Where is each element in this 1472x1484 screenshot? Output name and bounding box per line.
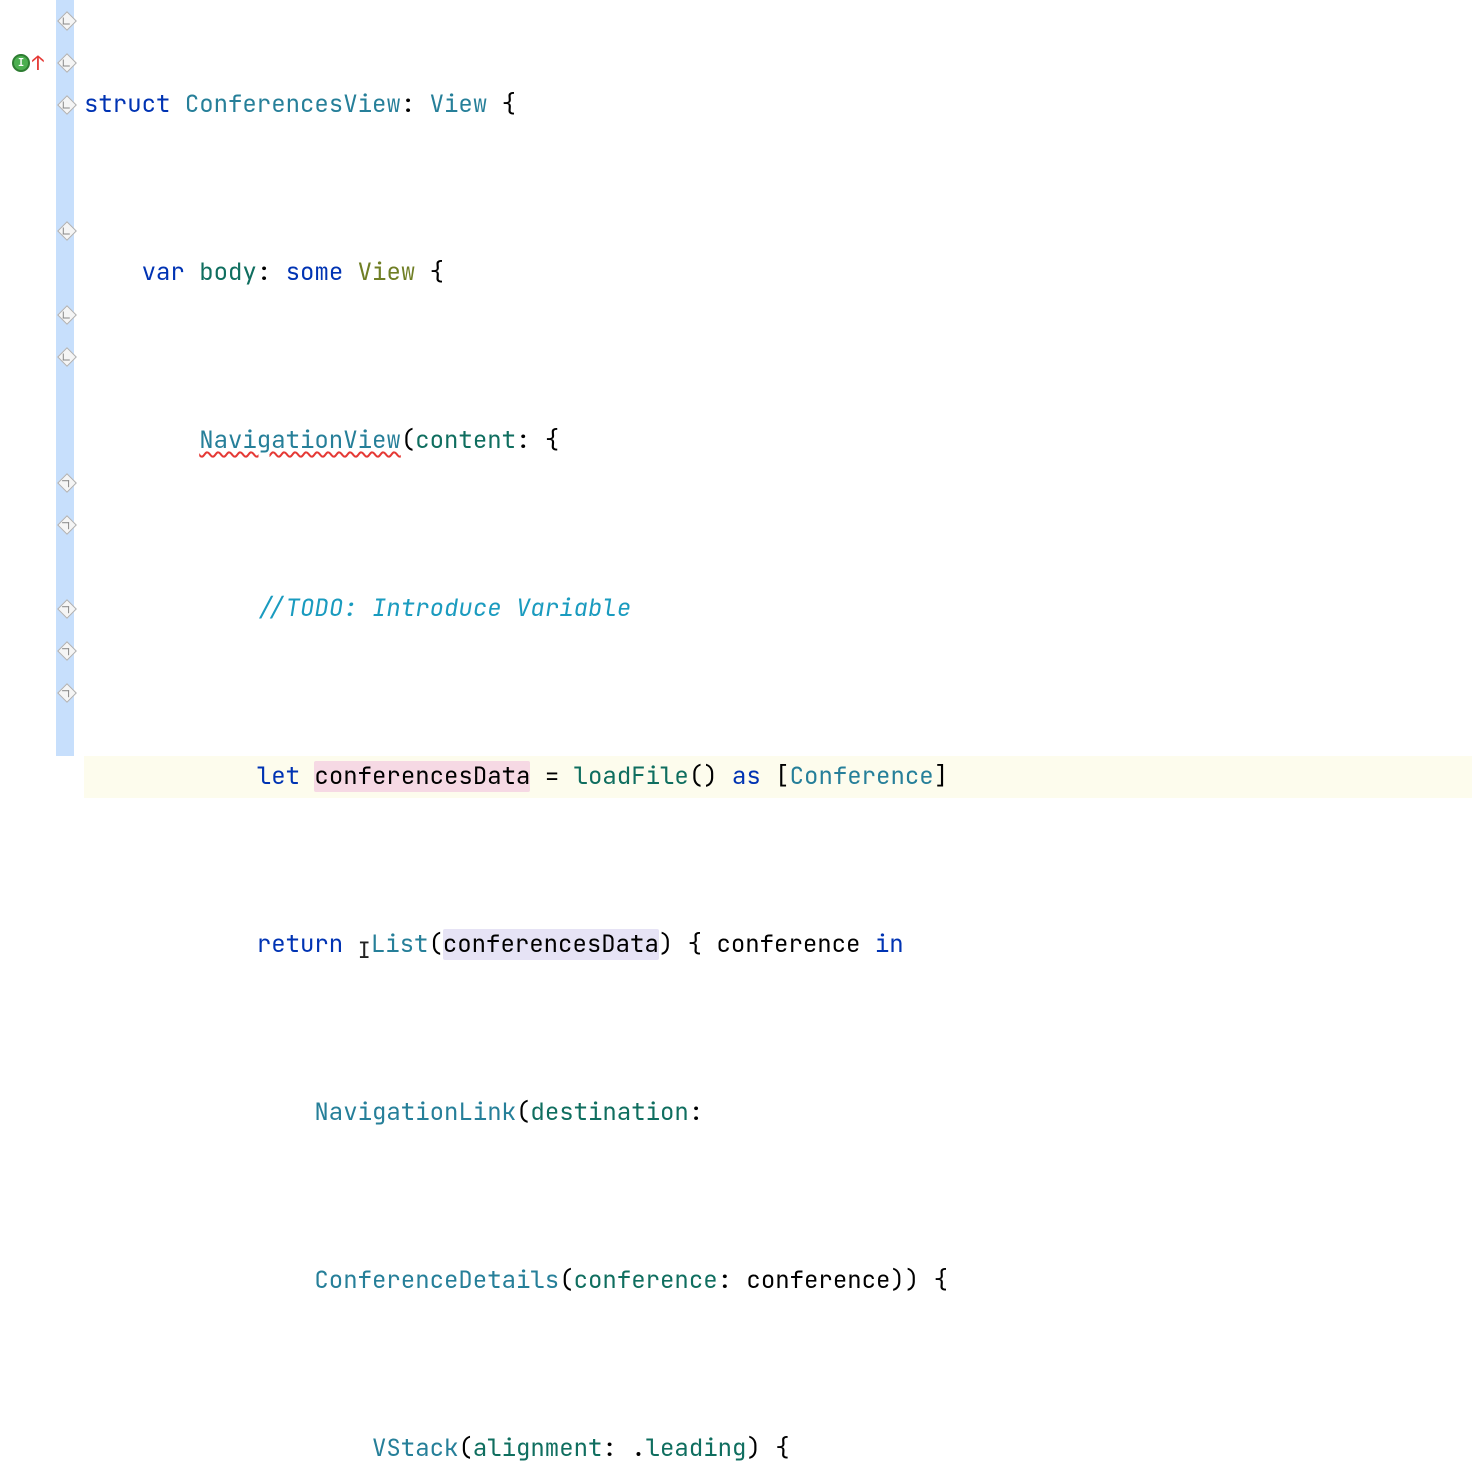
gutter-row bbox=[0, 168, 80, 210]
fold-down-icon[interactable] bbox=[57, 347, 77, 367]
punct: = bbox=[530, 761, 573, 792]
punct: ( bbox=[516, 1097, 530, 1128]
code-line[interactable]: return IList(conferencesData) { conferen… bbox=[84, 924, 1472, 966]
identifier: loadFile bbox=[574, 761, 689, 792]
fold-up-icon[interactable] bbox=[57, 683, 77, 703]
keyword: struct bbox=[84, 89, 185, 120]
punct: : { bbox=[516, 425, 559, 456]
keyword: in bbox=[875, 929, 904, 960]
gutter: I ↑ bbox=[0, 0, 80, 742]
code-line[interactable]: //TODO: Introduce Variable bbox=[84, 588, 1472, 630]
fold-up-icon[interactable] bbox=[57, 641, 77, 661]
gutter-row[interactable] bbox=[0, 672, 80, 714]
code-line[interactable]: ConferenceDetails(conference: conference… bbox=[84, 1260, 1472, 1302]
gutter-row[interactable] bbox=[0, 0, 80, 42]
punct: ( bbox=[428, 929, 442, 960]
keyword: return bbox=[257, 929, 358, 960]
gutter-row[interactable] bbox=[0, 588, 80, 630]
punct: { bbox=[487, 89, 516, 120]
punct: ) { bbox=[746, 1433, 789, 1464]
gutter-row[interactable] bbox=[0, 294, 80, 336]
punct: ( bbox=[559, 1265, 573, 1296]
fold-up-icon[interactable] bbox=[57, 515, 77, 535]
gutter-row bbox=[0, 546, 80, 588]
inspection-mark-icon[interactable]: I bbox=[12, 54, 30, 72]
code-line-active[interactable]: let conferencesData = loadFile() as [Con… bbox=[84, 756, 1472, 798]
punct: : bbox=[689, 1097, 703, 1128]
type-name: ConferencesView bbox=[185, 89, 401, 120]
punct: : bbox=[257, 257, 286, 288]
identifier-selected: conferencesData bbox=[314, 761, 530, 792]
gutter-row bbox=[0, 378, 80, 420]
code-line[interactable]: NavigationView(content: { bbox=[84, 420, 1472, 462]
code-editor[interactable]: struct ConferencesView: View { var body:… bbox=[80, 0, 1472, 742]
code-line[interactable]: var body: some View { bbox=[84, 252, 1472, 294]
type-name: NavigationView bbox=[199, 425, 401, 456]
punct: : bbox=[401, 89, 430, 120]
fold-down-icon[interactable] bbox=[57, 53, 77, 73]
punct: : conference)) { bbox=[718, 1265, 948, 1296]
comment: // bbox=[257, 593, 286, 624]
fold-down-icon[interactable] bbox=[57, 95, 77, 115]
type-name: NavigationLink bbox=[314, 1097, 516, 1128]
punct: ( bbox=[401, 425, 415, 456]
keyword: some bbox=[286, 257, 358, 288]
fold-up-icon[interactable] bbox=[57, 599, 77, 619]
fold-down-icon[interactable] bbox=[57, 221, 77, 241]
param-label: destination bbox=[530, 1097, 688, 1128]
keyword: let bbox=[257, 761, 315, 792]
param-label: content bbox=[415, 425, 516, 456]
up-arrow-icon: ↑ bbox=[32, 50, 44, 76]
gutter-row[interactable] bbox=[0, 630, 80, 672]
type-name: List bbox=[371, 929, 429, 960]
text: ) { conference bbox=[659, 929, 875, 960]
type-name: View bbox=[358, 257, 416, 288]
punct: ( bbox=[458, 1433, 472, 1464]
param-label: alignment bbox=[473, 1433, 603, 1464]
fold-down-icon[interactable] bbox=[57, 305, 77, 325]
gutter-row bbox=[0, 420, 80, 462]
gutter-row[interactable]: I ↑ bbox=[0, 42, 80, 84]
punct: ] bbox=[934, 761, 948, 792]
code-line[interactable]: NavigationLink(destination: bbox=[84, 1092, 1472, 1134]
type-name: VStack bbox=[372, 1433, 458, 1464]
gutter-row bbox=[0, 126, 80, 168]
comment: TODO: Introduce Variable bbox=[286, 593, 632, 624]
gutter-row[interactable] bbox=[0, 462, 80, 504]
type-name: ConferenceDetails bbox=[314, 1265, 559, 1296]
gutter-row[interactable] bbox=[0, 84, 80, 126]
identifier: body bbox=[199, 257, 257, 288]
gutter-row[interactable] bbox=[0, 336, 80, 378]
gutter-row[interactable] bbox=[0, 504, 80, 546]
identifier: leading bbox=[646, 1433, 747, 1464]
type-name: Conference bbox=[790, 761, 934, 792]
gutter-row bbox=[0, 252, 80, 294]
identifier-usage: conferencesData bbox=[443, 929, 659, 960]
keyword: var bbox=[142, 257, 200, 288]
text-cursor-icon: I bbox=[358, 936, 371, 965]
type-name: View bbox=[430, 89, 488, 120]
punct: () bbox=[689, 761, 732, 792]
code-line[interactable]: struct ConferencesView: View { bbox=[84, 84, 1472, 126]
punct: [ bbox=[775, 761, 789, 792]
punct: : . bbox=[602, 1433, 645, 1464]
param-label: conference bbox=[574, 1265, 718, 1296]
fold-up-icon[interactable] bbox=[57, 473, 77, 493]
gutter-row[interactable] bbox=[0, 210, 80, 252]
punct: { bbox=[415, 257, 444, 288]
keyword: as bbox=[732, 761, 775, 792]
code-line[interactable]: VStack(alignment: .leading) { bbox=[84, 1428, 1472, 1470]
